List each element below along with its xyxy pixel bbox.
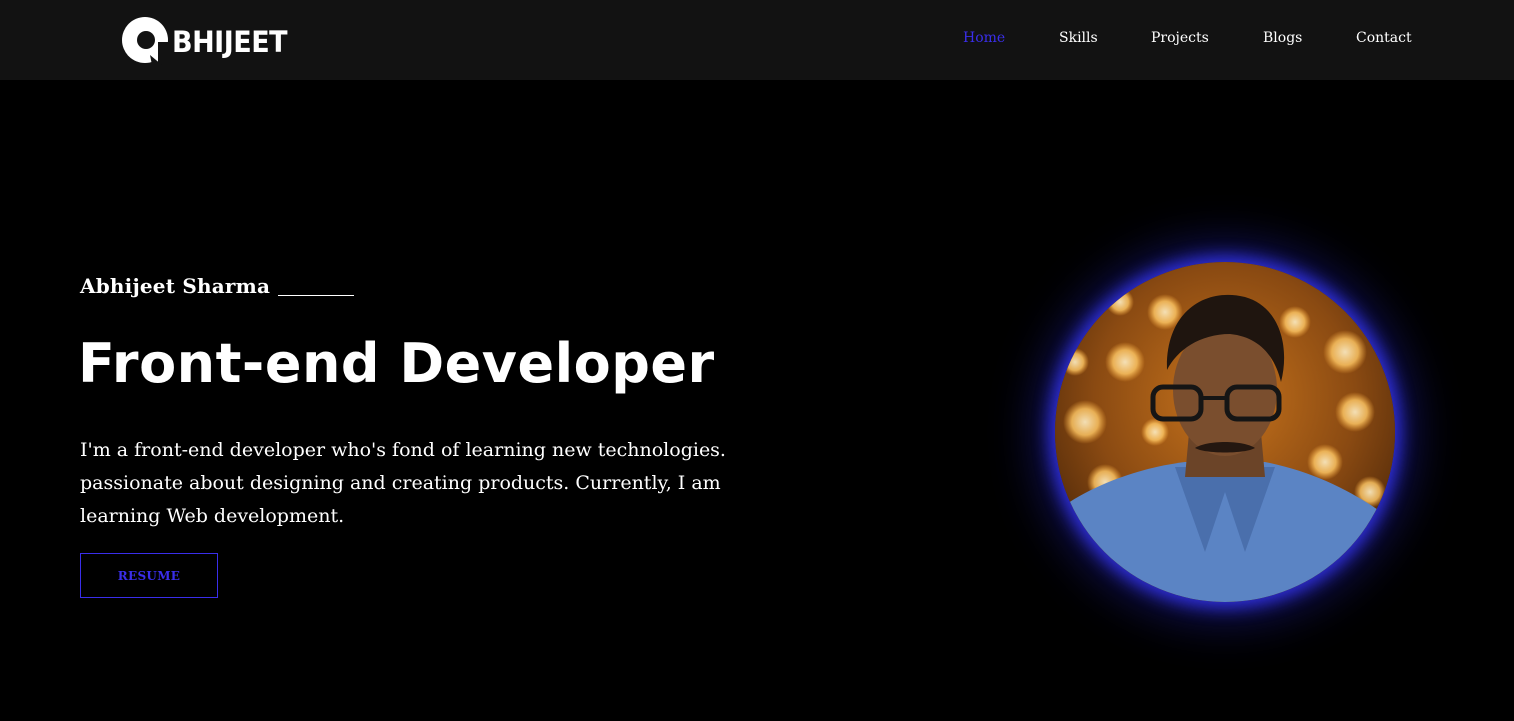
nav-link-contact[interactable]: Contact [1356, 30, 1412, 46]
resume-button[interactable]: RESUME [80, 553, 218, 598]
eyebrow-underline [278, 295, 355, 296]
brand-name: BHIJEET [172, 24, 288, 60]
nav-link-projects[interactable]: Projects [1151, 30, 1209, 46]
hero-title: Front-end Developer [78, 332, 715, 395]
nav-link-skills[interactable]: Skills [1059, 30, 1098, 46]
brand-logo[interactable]: BHIJEET [120, 15, 288, 65]
profile-photo [1055, 262, 1395, 602]
navbar: BHIJEET Home Skills Projects Blogs Conta… [0, 0, 1514, 80]
hero-bio: I'm a front-end developer who's fond of … [80, 439, 726, 527]
nav-link-home[interactable]: Home [963, 30, 1005, 46]
profile-avatar [1055, 262, 1395, 602]
letter-a-logo-icon [122, 17, 168, 65]
hero-name: Abhijeet Sharma [80, 274, 271, 298]
nav-link-blogs[interactable]: Blogs [1263, 30, 1302, 46]
hero-eyebrow: Abhijeet Sharma [80, 274, 355, 298]
